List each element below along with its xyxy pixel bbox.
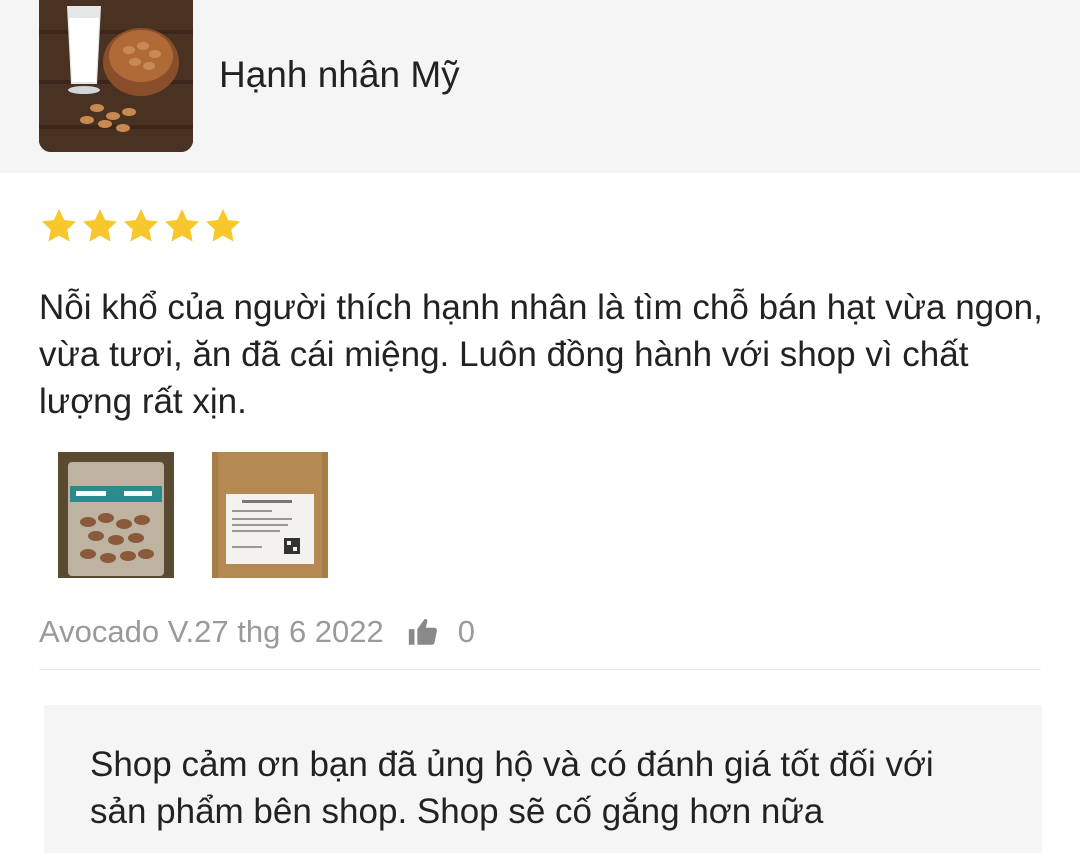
packaging-label-photo [212,452,328,578]
divider [39,669,1041,670]
star-icon [162,206,202,250]
like-count: 0 [457,614,476,649]
review-photo-almond-bag[interactable] [58,452,174,578]
star-icon [203,206,243,250]
author-date: Avocado V.27 thg 6 2022 [39,614,384,649]
review-photo-packaging-label[interactable] [212,452,328,578]
review-text: Nỗi khổ của người thích hạnh nhân là tìm… [39,288,1043,421]
thumbs-up-icon[interactable] [406,615,440,649]
almond-bag-photo [58,452,174,578]
rating-stars [39,206,243,250]
almond-milk-photo [39,0,193,152]
shop-reply: Shop cảm ơn bạn đã ủng hộ và có đánh giá… [44,705,1042,853]
star-icon [121,206,161,250]
product-title[interactable]: Hạnh nhân Mỹ [219,54,460,96]
star-icon [80,206,120,250]
review-meta: Avocado V.27 thg 6 2022 0 [39,612,475,652]
reply-text: Shop cảm ơn bạn đã ủng hộ và có đánh giá… [90,745,934,831]
star-icon [39,206,79,250]
product-thumbnail[interactable] [39,0,193,152]
product-header[interactable]: Hạnh nhân Mỹ [0,0,1080,173]
